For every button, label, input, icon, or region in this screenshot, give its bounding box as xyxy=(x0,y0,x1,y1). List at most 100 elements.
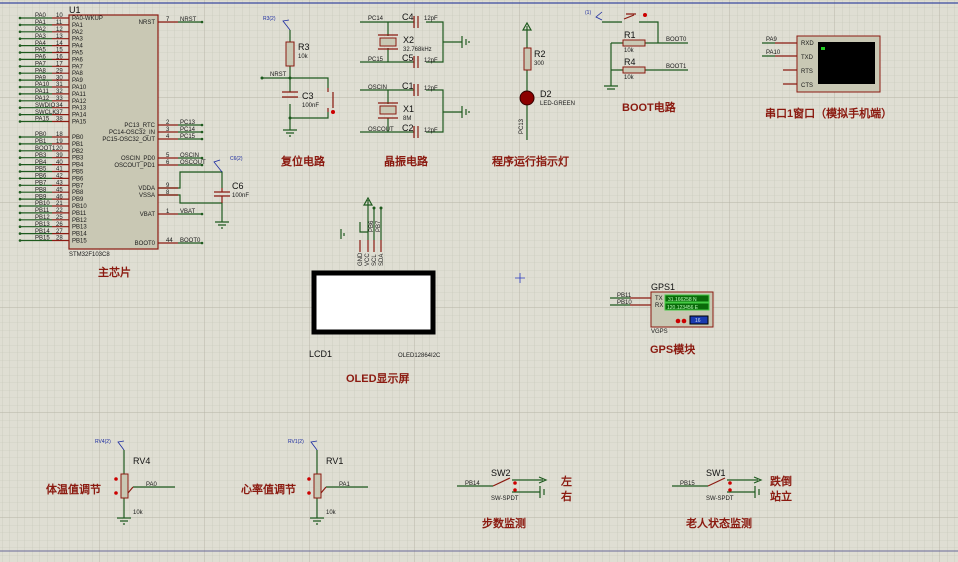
sw2-label-right: 右 xyxy=(560,489,572,503)
title-rv4: 体温值调节 xyxy=(46,482,101,496)
left-pin-name: PA11 xyxy=(72,92,86,98)
x1-value: 8M xyxy=(403,116,411,122)
r4-resistor[interactable] xyxy=(622,66,646,74)
left-pin-number: 15 xyxy=(56,48,63,54)
pin-terminal[interactable] xyxy=(18,211,22,215)
pin-terminal[interactable] xyxy=(18,65,22,68)
pin-cts: CTS xyxy=(801,83,813,89)
pin-terminal[interactable] xyxy=(200,212,204,216)
pin-terminal[interactable] xyxy=(200,20,204,24)
pin-terminal[interactable] xyxy=(18,92,22,96)
boot-button-indicator[interactable] xyxy=(643,13,647,17)
left-net-label: PB12 xyxy=(35,215,50,221)
left-pin-name: PB5 xyxy=(72,170,84,176)
left-net-label: SWDIO xyxy=(35,103,56,109)
pin-terminal[interactable] xyxy=(18,239,22,242)
pin-terminal[interactable] xyxy=(18,37,22,40)
rv4-probe: RV4(2) xyxy=(95,439,111,445)
pin-terminal[interactable] xyxy=(200,241,204,245)
r2-value: 300 xyxy=(534,61,545,67)
pin-terminal[interactable] xyxy=(18,170,22,173)
r2-resistor[interactable] xyxy=(523,47,532,71)
pin-terminal[interactable] xyxy=(18,190,22,194)
r4-value: 10k xyxy=(624,75,635,81)
left-net-label: PA5 xyxy=(35,48,47,54)
r3-value: 10k xyxy=(298,54,309,60)
rv1-value: 10k xyxy=(326,510,337,516)
pin-terminal[interactable] xyxy=(18,225,22,228)
right-net-label: PC15 xyxy=(180,134,196,140)
left-pin-name: PA7 xyxy=(72,64,84,70)
pin-terminal[interactable] xyxy=(18,177,22,180)
left-net-label: PA8 xyxy=(35,68,47,74)
left-pin-number: 40 xyxy=(56,160,63,166)
left-pin-name: PA3 xyxy=(72,37,84,43)
schematic-sheet[interactable]: U1 STM32F103C8 主芯片 C6(2) C6 100nF PA0 10 P… xyxy=(0,0,958,562)
right-pin-name: VSSA xyxy=(139,193,155,199)
r3-resistor[interactable] xyxy=(285,41,295,67)
pin-terminal[interactable] xyxy=(18,16,22,20)
pin-terminal[interactable] xyxy=(18,204,22,208)
pin-terminal[interactable] xyxy=(18,135,22,139)
left-pin-number: 28 xyxy=(56,236,63,242)
pin-terminal[interactable] xyxy=(18,218,22,222)
pin-terminal[interactable] xyxy=(18,163,22,166)
pin-terminal[interactable] xyxy=(18,197,22,201)
title-steps: 步数监测 xyxy=(482,516,526,530)
left-pin-name: PB12 xyxy=(72,218,87,224)
pin-terminal[interactable] xyxy=(18,106,22,109)
left-pin-name: PB15 xyxy=(72,239,87,245)
net-oscin: OSCIN xyxy=(368,85,387,91)
reset-button-indicator[interactable] xyxy=(331,110,335,114)
pin-terminal[interactable] xyxy=(18,78,22,82)
pin-terminal[interactable] xyxy=(18,23,22,27)
left-pin-name: PA5 xyxy=(72,51,84,57)
left-pin-number: 37 xyxy=(56,110,63,116)
sw1-part: SW-SPDT xyxy=(706,496,734,502)
r1-resistor[interactable] xyxy=(622,39,646,47)
pin-terminal[interactable] xyxy=(18,58,22,61)
left-pin-name: PB3 xyxy=(72,156,84,162)
left-net-label: PA15 xyxy=(35,117,50,123)
d2-led[interactable] xyxy=(519,90,535,106)
left-net-label: PA2 xyxy=(35,27,47,33)
pin-terminal[interactable] xyxy=(18,120,22,123)
left-net-label: PB13 xyxy=(35,222,50,228)
net-pc15: PC15 xyxy=(368,57,384,63)
pin-terminal[interactable] xyxy=(18,149,22,153)
c2-value: 12pF xyxy=(424,128,438,134)
pin-terminal[interactable] xyxy=(18,232,22,235)
terminal-screen[interactable] xyxy=(818,42,875,84)
x2-ref: X2 xyxy=(403,35,414,45)
left-pin-name: PB8 xyxy=(72,190,84,196)
pin-terminal[interactable] xyxy=(200,137,204,141)
rv4-body[interactable] xyxy=(120,473,129,499)
pin-terminal[interactable] xyxy=(18,71,22,75)
pin-terminal[interactable] xyxy=(18,44,22,47)
oled-screen[interactable] xyxy=(311,270,436,335)
pin-terminal[interactable] xyxy=(18,184,22,187)
pin-terminal[interactable] xyxy=(200,123,204,127)
rv4-ref: RV4 xyxy=(133,456,150,466)
left-net-label: PB10 xyxy=(35,201,50,207)
c5-ref: C5 xyxy=(402,53,414,63)
pin-terminal[interactable] xyxy=(18,85,22,89)
pin-terminal[interactable] xyxy=(18,156,22,159)
left-net-label: PB9 xyxy=(35,194,47,200)
left-net-label: PA7 xyxy=(35,62,47,68)
pin-terminal[interactable] xyxy=(200,156,204,160)
gps-lon: 120.123456 E xyxy=(667,305,699,311)
schematic-canvas[interactable]: U1 STM32F103C8 主芯片 C6(2) C6 100nF PA0 10 P… xyxy=(0,0,958,562)
x2-crystal[interactable] xyxy=(379,37,397,47)
pin-terminal[interactable] xyxy=(18,99,22,103)
left-pin-name: PB14 xyxy=(72,232,87,238)
pin-terminal[interactable] xyxy=(18,113,22,116)
pin-terminal[interactable] xyxy=(18,142,22,146)
oled-ref: LCD1 xyxy=(309,349,332,359)
x1-crystal[interactable] xyxy=(379,105,397,115)
rv1-body[interactable] xyxy=(313,473,322,499)
left-pin-name: PA15 xyxy=(72,120,87,126)
pin-terminal[interactable] xyxy=(18,30,22,34)
pin-terminal[interactable] xyxy=(18,51,22,54)
pin-terminal[interactable] xyxy=(200,130,204,134)
